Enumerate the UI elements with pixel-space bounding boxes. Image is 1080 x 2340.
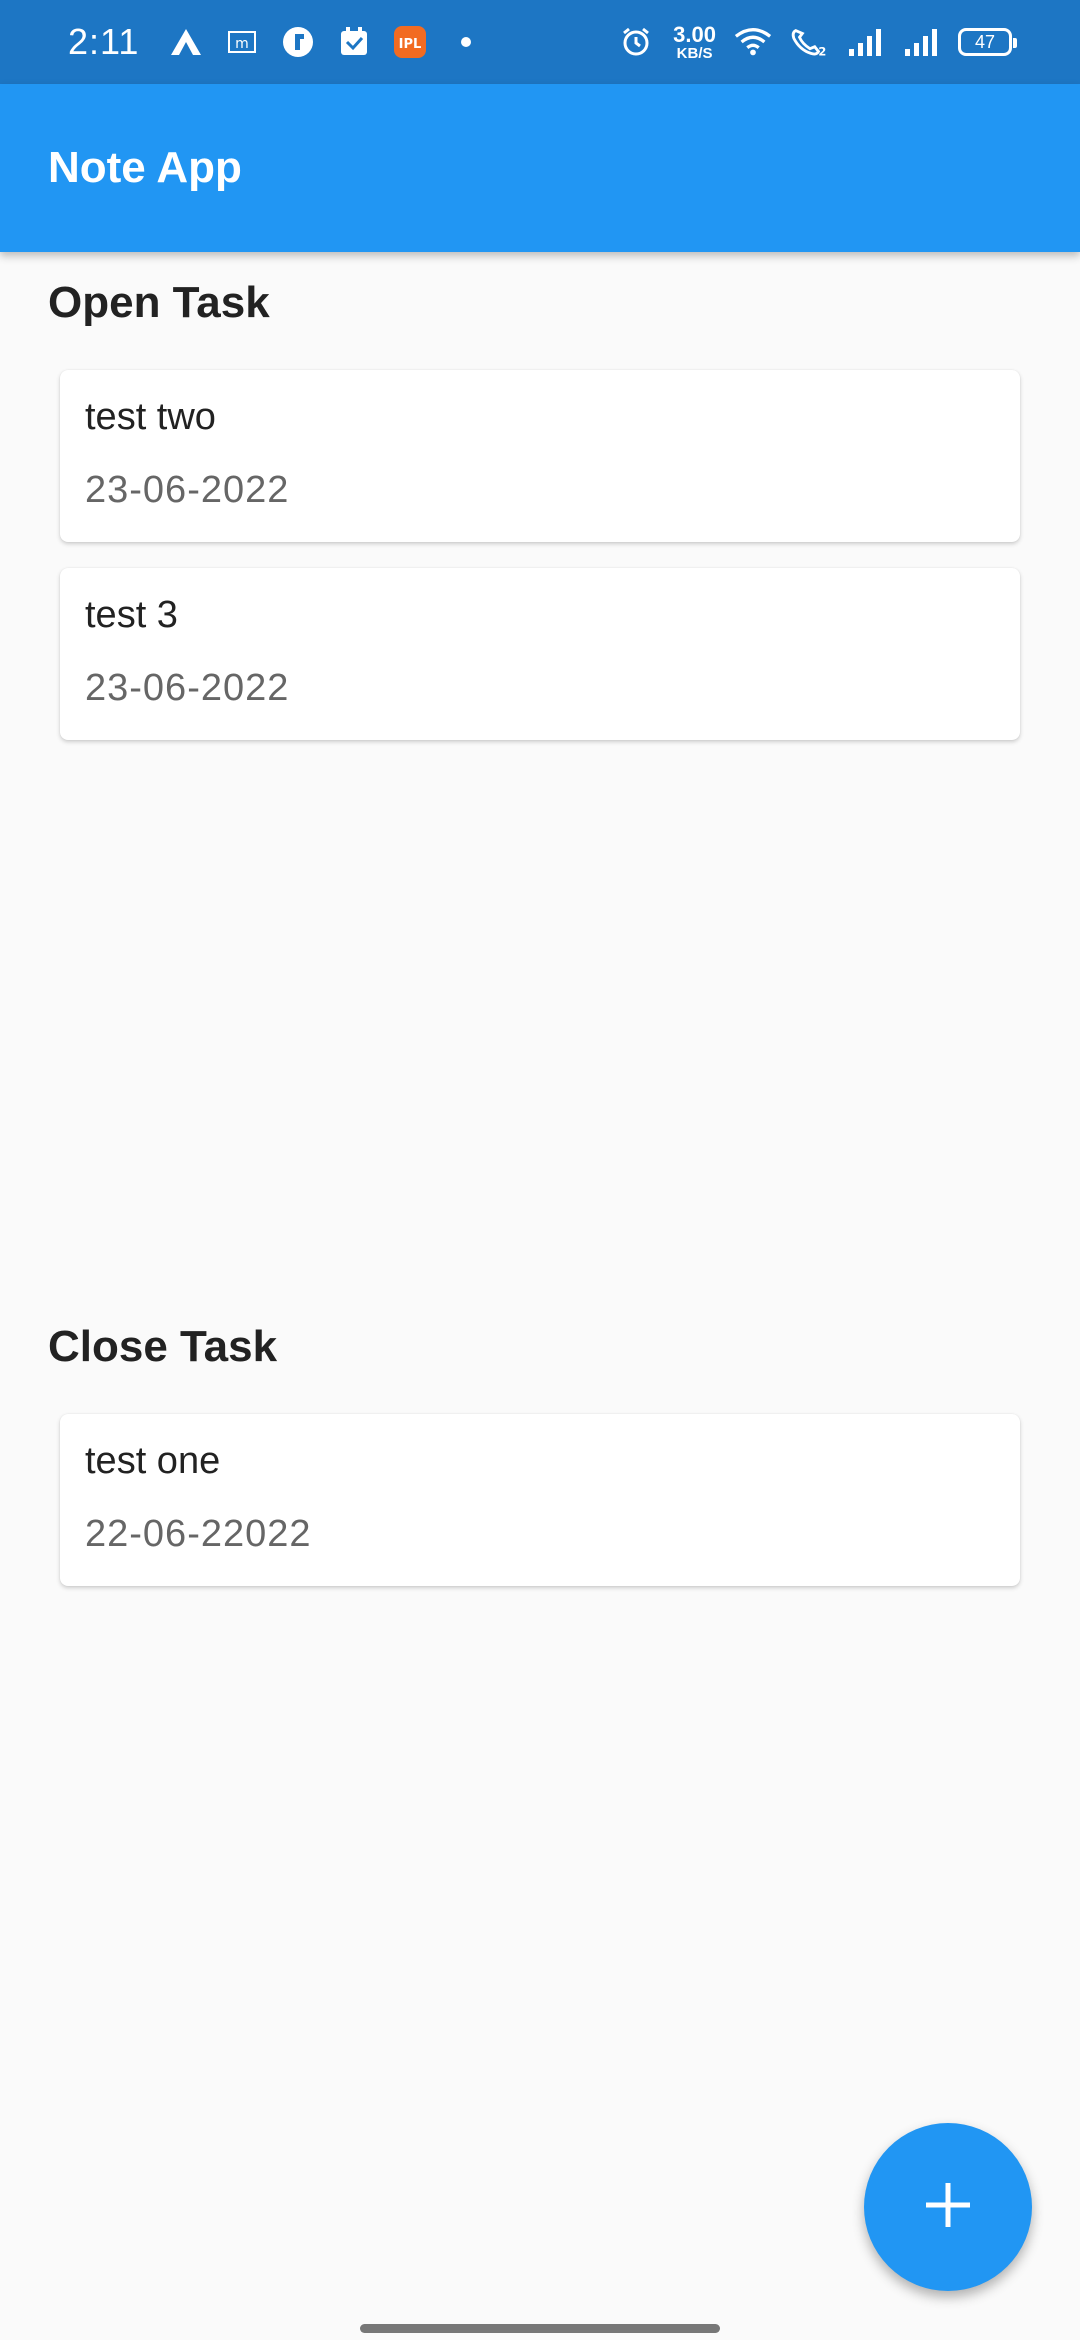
dot-icon [447,23,485,61]
add-task-button[interactable] [864,2123,1032,2291]
svg-text:m: m [236,36,250,52]
battery-level: 47 [974,31,996,52]
task-card[interactable]: test one 22-06-22022 [60,1414,1020,1586]
network-speed-unit: KB/S [676,44,713,62]
status-bar: 2:11 m IPL 3.00 KB/S 2 47 [0,0,1080,84]
svg-text:IPL: IPL [399,37,422,52]
network-speed: 3.00 KB/S [673,21,716,62]
battery-icon: 47 [958,28,1017,56]
status-time: 2:11 [68,21,140,62]
home-indicator[interactable] [360,2324,720,2333]
call-icon: 2 [790,23,828,61]
system-icons: 3.00 KB/S 2 47 [617,21,1017,62]
app-a-icon [167,23,205,61]
calendar-icon [335,23,373,61]
close-task-heading: Close Task [48,1322,278,1371]
task-card[interactable]: test two 23-06-2022 [60,370,1020,542]
svg-text:2: 2 [818,44,826,58]
app-bar: Note App [0,84,1080,252]
notification-icons: m IPL [167,23,485,61]
network-speed-value: 3.00 [673,21,716,47]
m-icon: m [223,23,261,61]
task-date: 23-06-2022 [85,469,290,511]
open-task-heading: Open Task [48,278,270,327]
app-title: Note App [48,143,242,192]
task-date: 22-06-22022 [85,1513,312,1555]
task-title: test 3 [85,594,178,636]
f-icon [279,23,317,61]
ipl-icon: IPL [391,23,429,61]
task-card[interactable]: test 3 23-06-2022 [60,568,1020,740]
alarm-icon [617,23,655,61]
plus-icon [922,2179,974,2236]
wifi-icon [734,23,772,61]
signal-icon [846,23,884,61]
task-title: test two [85,396,216,438]
task-title: test one [85,1440,221,1482]
signal-icon [902,23,940,61]
task-date: 23-06-2022 [85,667,290,709]
